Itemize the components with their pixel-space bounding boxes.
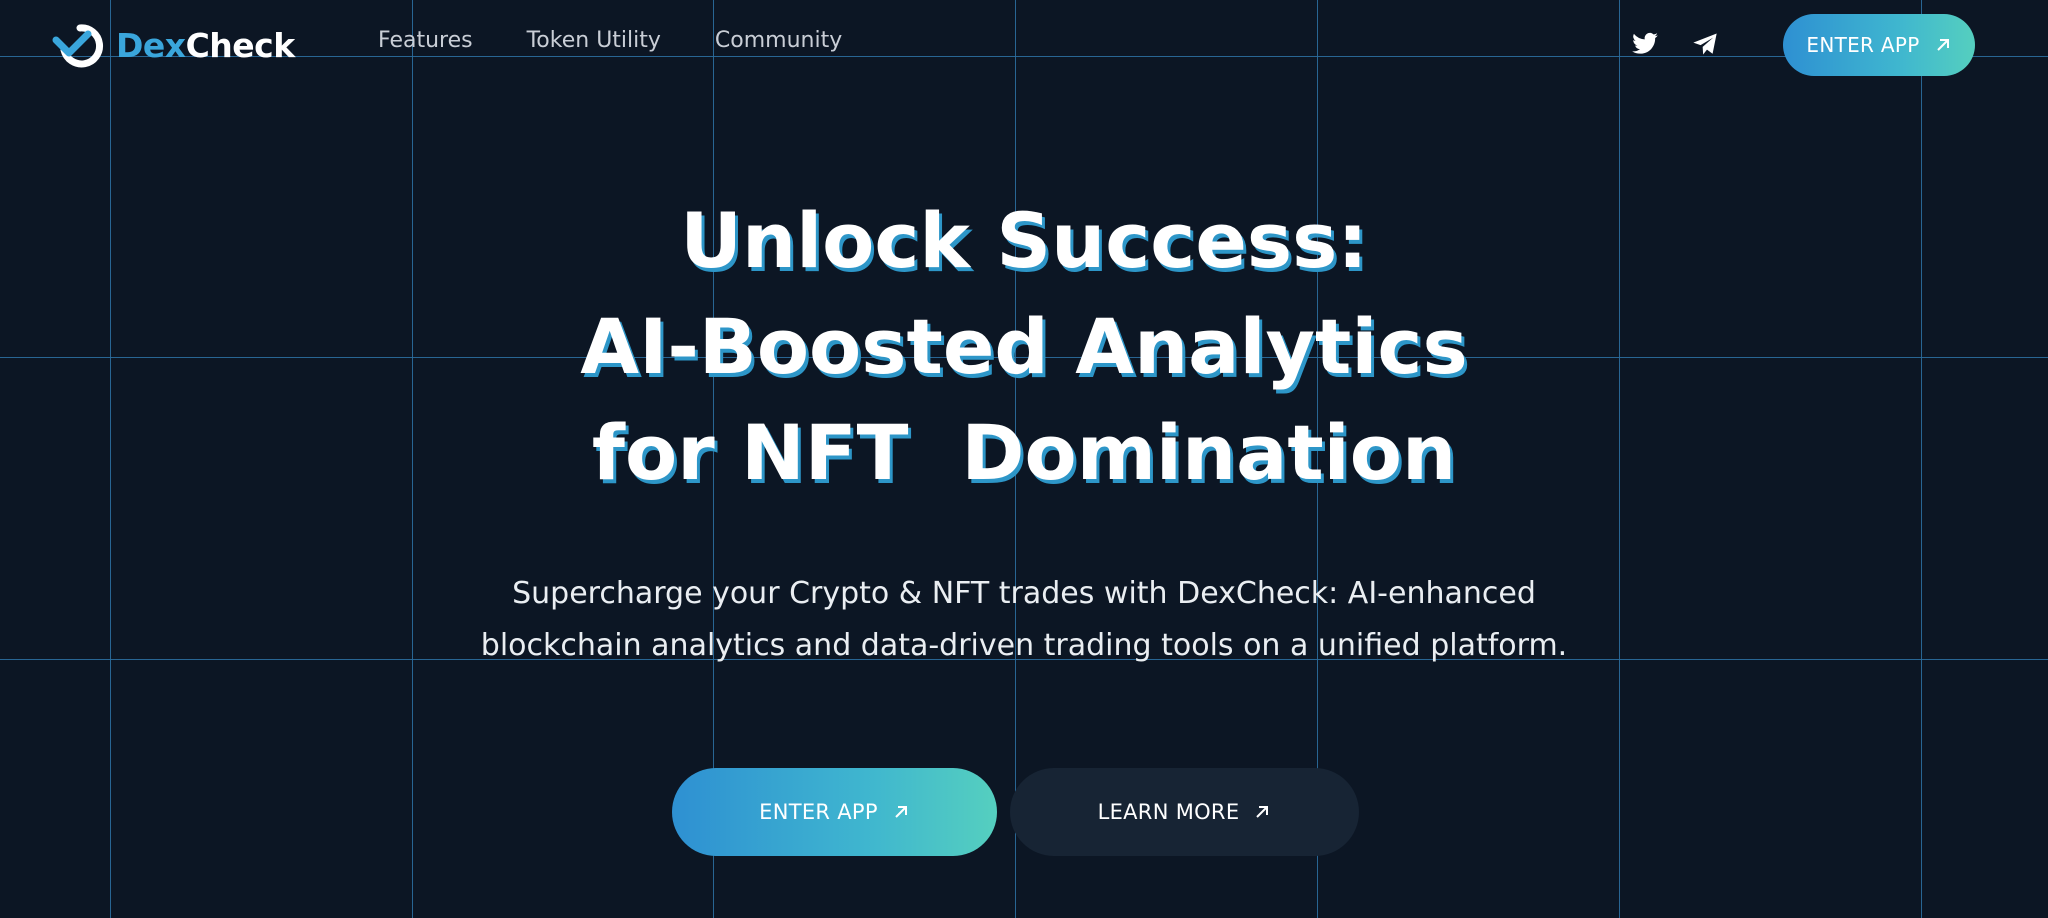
hero-subtitle: Supercharge your Crypto & NFT trades wit… <box>0 568 2048 672</box>
site-header: DexCheck Features Token Utility Communit… <box>0 0 2048 90</box>
enter-app-button[interactable]: ENTER APP <box>672 768 997 856</box>
arrow-up-right-icon <box>1936 39 1949 51</box>
nav-item-community[interactable]: Community <box>715 28 842 53</box>
twitter-icon <box>1632 32 1658 54</box>
arrow-up-right-icon <box>895 806 907 818</box>
nav-item-token-utility[interactable]: Token Utility <box>527 28 661 53</box>
header-enter-app-button[interactable]: ENTER APP <box>1783 14 1975 76</box>
hero-title-line-2: AI-Boosted Analytics <box>580 302 1468 391</box>
telegram-icon <box>1693 33 1717 55</box>
brand-name: DexCheck <box>116 25 295 65</box>
hero-title: Unlock Success: AI-Boosted Analytics for… <box>0 188 2048 506</box>
telegram-link[interactable] <box>1690 29 1720 59</box>
main-nav: Features Token Utility Community <box>378 28 842 53</box>
enter-app-label: ENTER APP <box>759 800 878 824</box>
arrow-up-right-icon <box>1256 806 1269 818</box>
learn-more-button[interactable]: LEARN MORE <box>1010 768 1359 856</box>
hero-subtitle-line-2: blockchain analytics and data-driven tra… <box>480 628 1568 663</box>
header-enter-app-label: ENTER APP <box>1806 33 1920 57</box>
twitter-link[interactable] <box>1630 29 1660 59</box>
nav-item-features[interactable]: Features <box>378 28 473 53</box>
learn-more-label: LEARN MORE <box>1097 800 1240 824</box>
dexcheck-logo-icon <box>52 24 104 68</box>
hero-title-line-1: Unlock Success: <box>680 196 1368 285</box>
hero-subtitle-line-1: Supercharge your Crypto & NFT trades wit… <box>512 576 1536 611</box>
brand-logo[interactable]: DexCheck <box>52 22 295 68</box>
hero-title-line-3: for NFT Domination <box>591 408 1457 497</box>
